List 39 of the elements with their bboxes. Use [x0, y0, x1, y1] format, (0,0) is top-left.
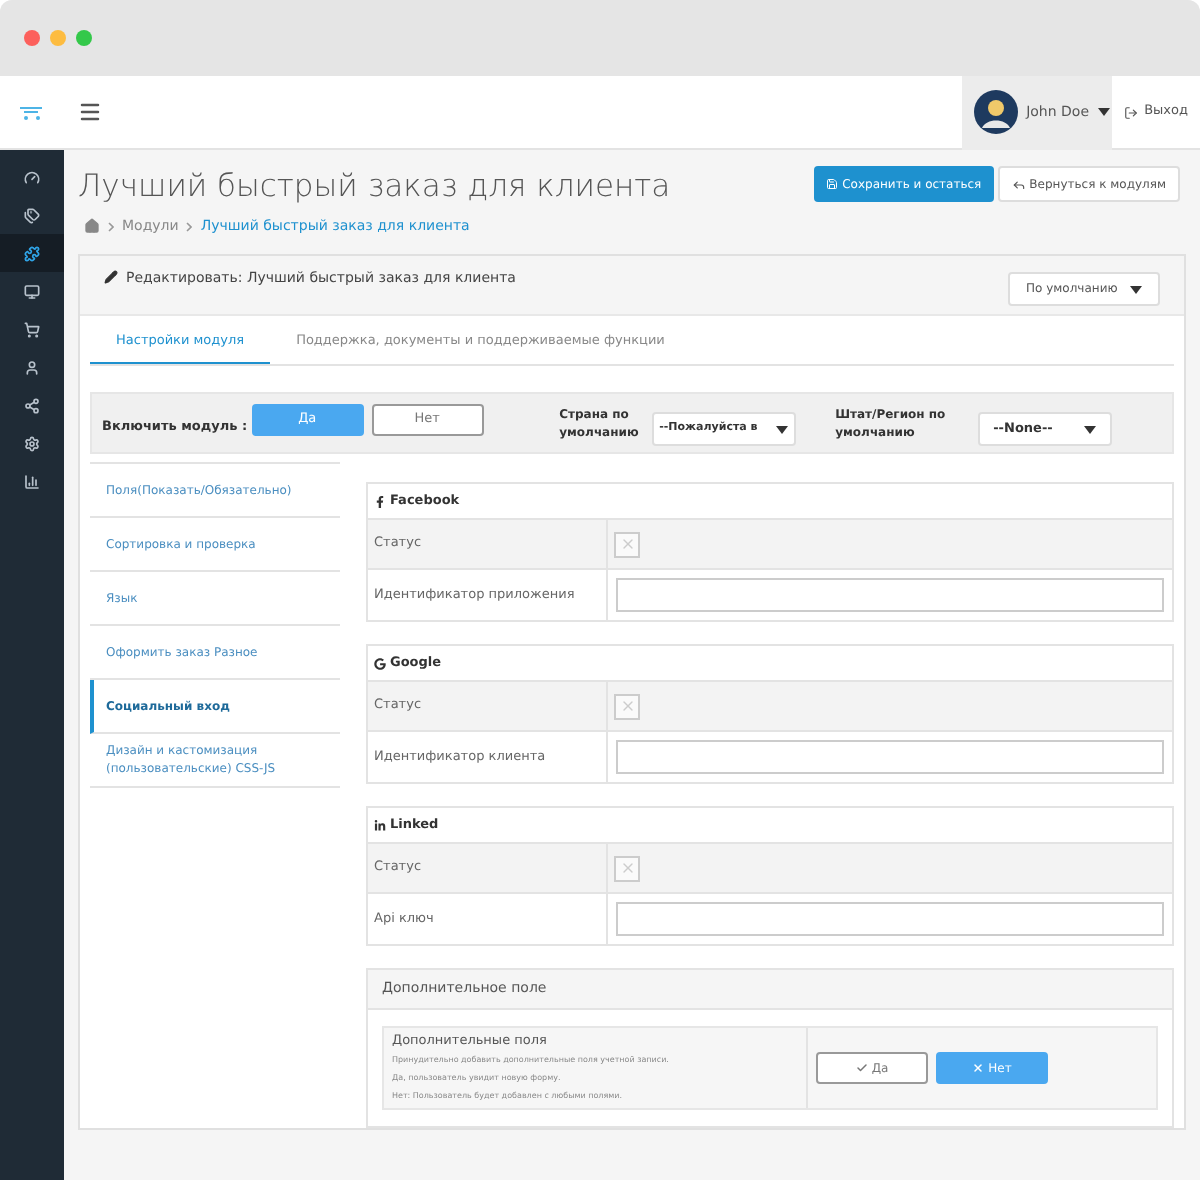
- avatar-icon: [974, 90, 1019, 134]
- monitor-icon: [24, 283, 40, 299]
- gauge-icon: [24, 169, 40, 185]
- status-checkbox[interactable]: [614, 855, 640, 881]
- cross-icon: [619, 860, 635, 876]
- caret-icon: [1130, 285, 1142, 293]
- input-field[interactable]: [616, 740, 1164, 774]
- logout-icon: [1124, 105, 1139, 119]
- chevron-icon: [108, 221, 114, 232]
- puzzle-icon: [24, 245, 40, 261]
- reply-icon: [1011, 177, 1026, 191]
- tags-icon: [24, 207, 40, 223]
- pencil-icon: [104, 270, 118, 284]
- home-icon[interactable]: [84, 218, 100, 235]
- logo-icon[interactable]: [18, 102, 46, 122]
- chevron-icon: [186, 221, 193, 232]
- input-field[interactable]: [616, 902, 1164, 936]
- cross-icon: [619, 536, 635, 552]
- cart-icon: [24, 321, 40, 337]
- sidebar-item[interactable]: [0, 234, 64, 272]
- google-icon: [374, 657, 386, 669]
- user-icon: [24, 359, 40, 375]
- page-title: Лучший быстрый заказ для клиента: [78, 166, 673, 206]
- caret-icon: [1083, 425, 1096, 434]
- status-checkbox[interactable]: [614, 531, 640, 557]
- share-icon: [24, 397, 40, 413]
- status-checkbox[interactable]: [614, 693, 640, 719]
- caret-icon: [775, 425, 788, 434]
- cross-icon: [619, 698, 635, 714]
- input-field[interactable]: [616, 578, 1164, 612]
- menu-icon[interactable]: [78, 100, 102, 124]
- caret-icon: [1097, 108, 1110, 116]
- settings-icon: [24, 435, 40, 451]
- linkedin-icon: [374, 819, 386, 831]
- bar-chart-icon: [24, 473, 40, 489]
- close-icon: [972, 1062, 985, 1074]
- check-icon: [855, 1062, 868, 1074]
- save-icon: [826, 178, 839, 190]
- facebook-icon: [374, 495, 386, 507]
